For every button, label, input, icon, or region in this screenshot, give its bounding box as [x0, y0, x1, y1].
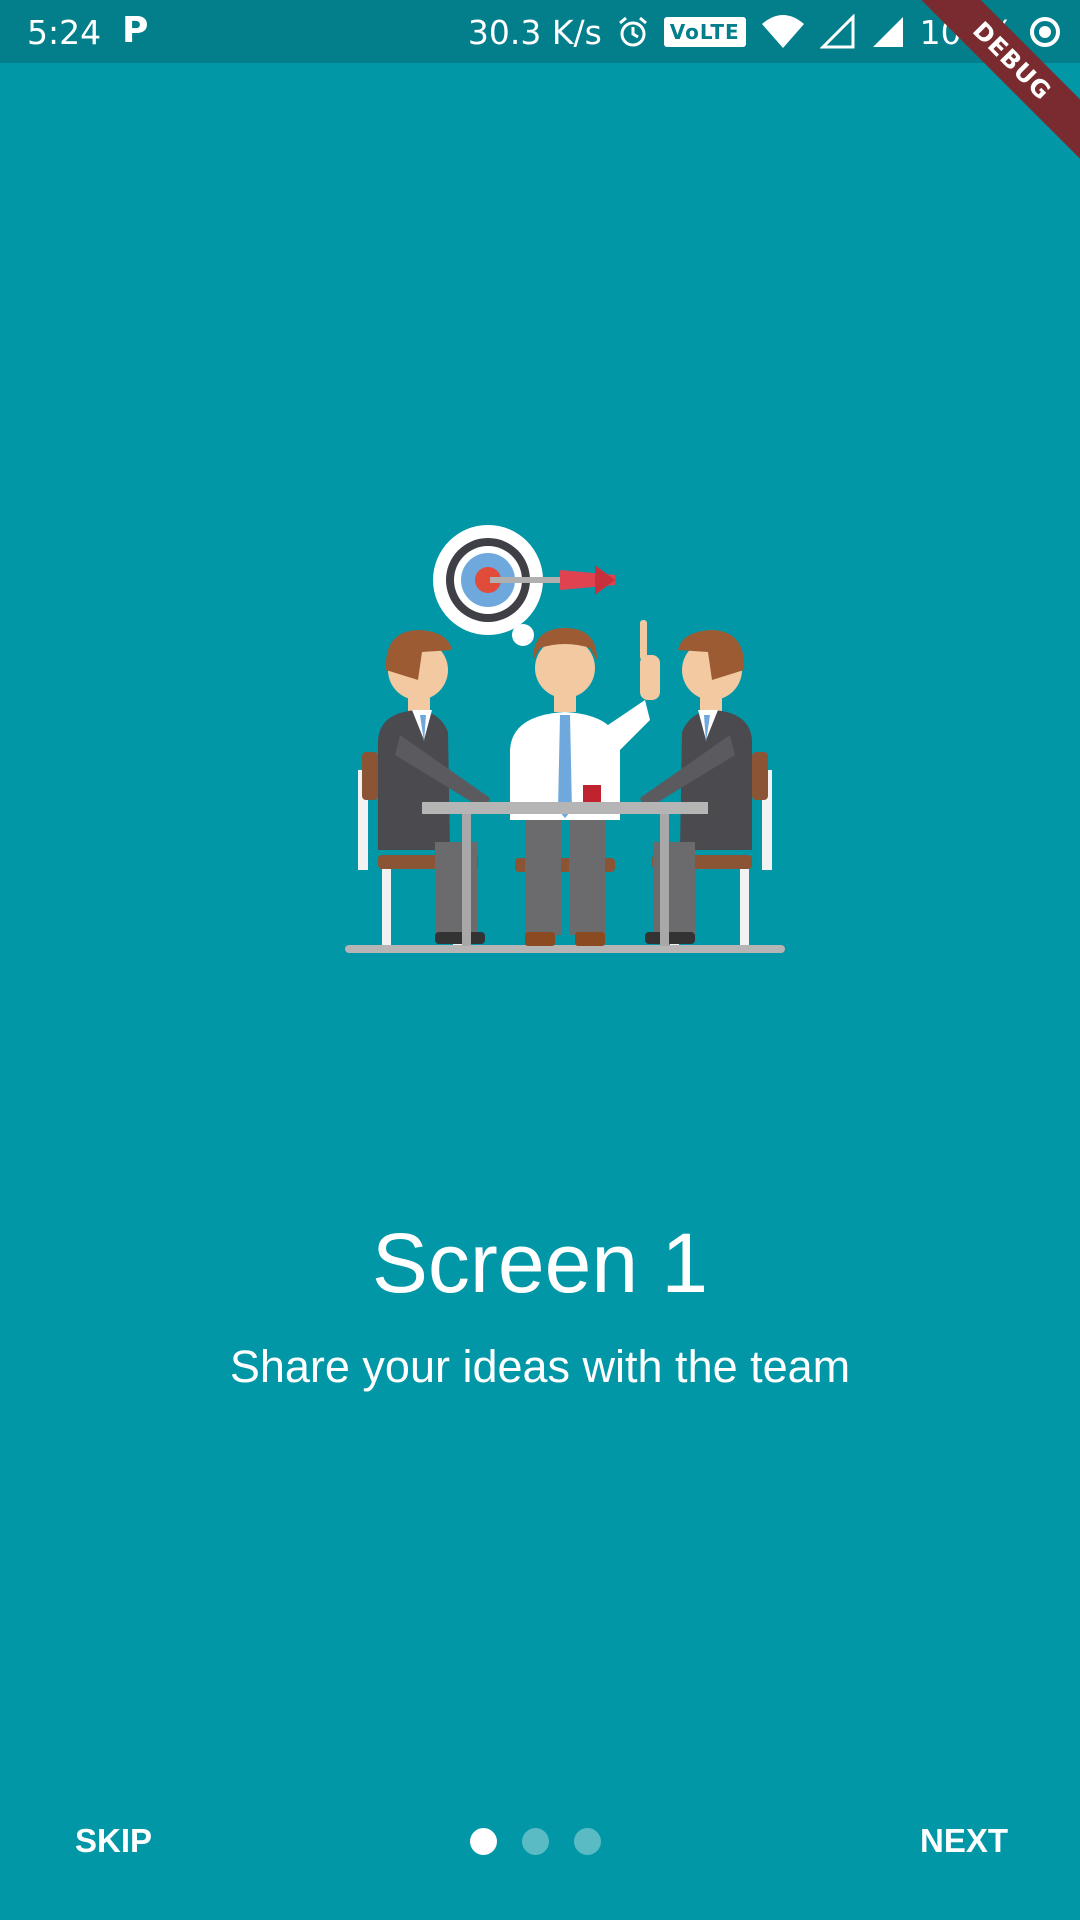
- skip-button[interactable]: SKIP: [75, 1822, 152, 1860]
- page-title: Screen 1: [371, 1216, 709, 1310]
- signal-icon: [819, 14, 855, 49]
- target-ring-icon: [1030, 17, 1060, 47]
- volte-badge: VoLTE: [663, 17, 746, 47]
- page-indicator: [470, 1828, 601, 1855]
- next-button[interactable]: NEXT: [920, 1822, 1008, 1860]
- page-subtitle: Share your ideas with the team: [229, 1341, 851, 1392]
- page-dot-1[interactable]: [470, 1828, 497, 1855]
- page-dot-2[interactable]: [522, 1828, 549, 1855]
- wifi-icon: [761, 15, 804, 48]
- status-bar: 5:24 P 30.3 K/s VoLTE 100%: [0, 0, 1080, 63]
- page-dot-3[interactable]: [574, 1828, 601, 1855]
- app-notification-icon: P: [122, 10, 149, 51]
- status-time: 5:24: [27, 13, 102, 52]
- alarm-icon: [618, 16, 647, 47]
- signal-full-icon: [872, 17, 903, 47]
- team-meeting-illustration: [345, 525, 785, 953]
- network-speed: 30.3 K/s: [467, 12, 602, 52]
